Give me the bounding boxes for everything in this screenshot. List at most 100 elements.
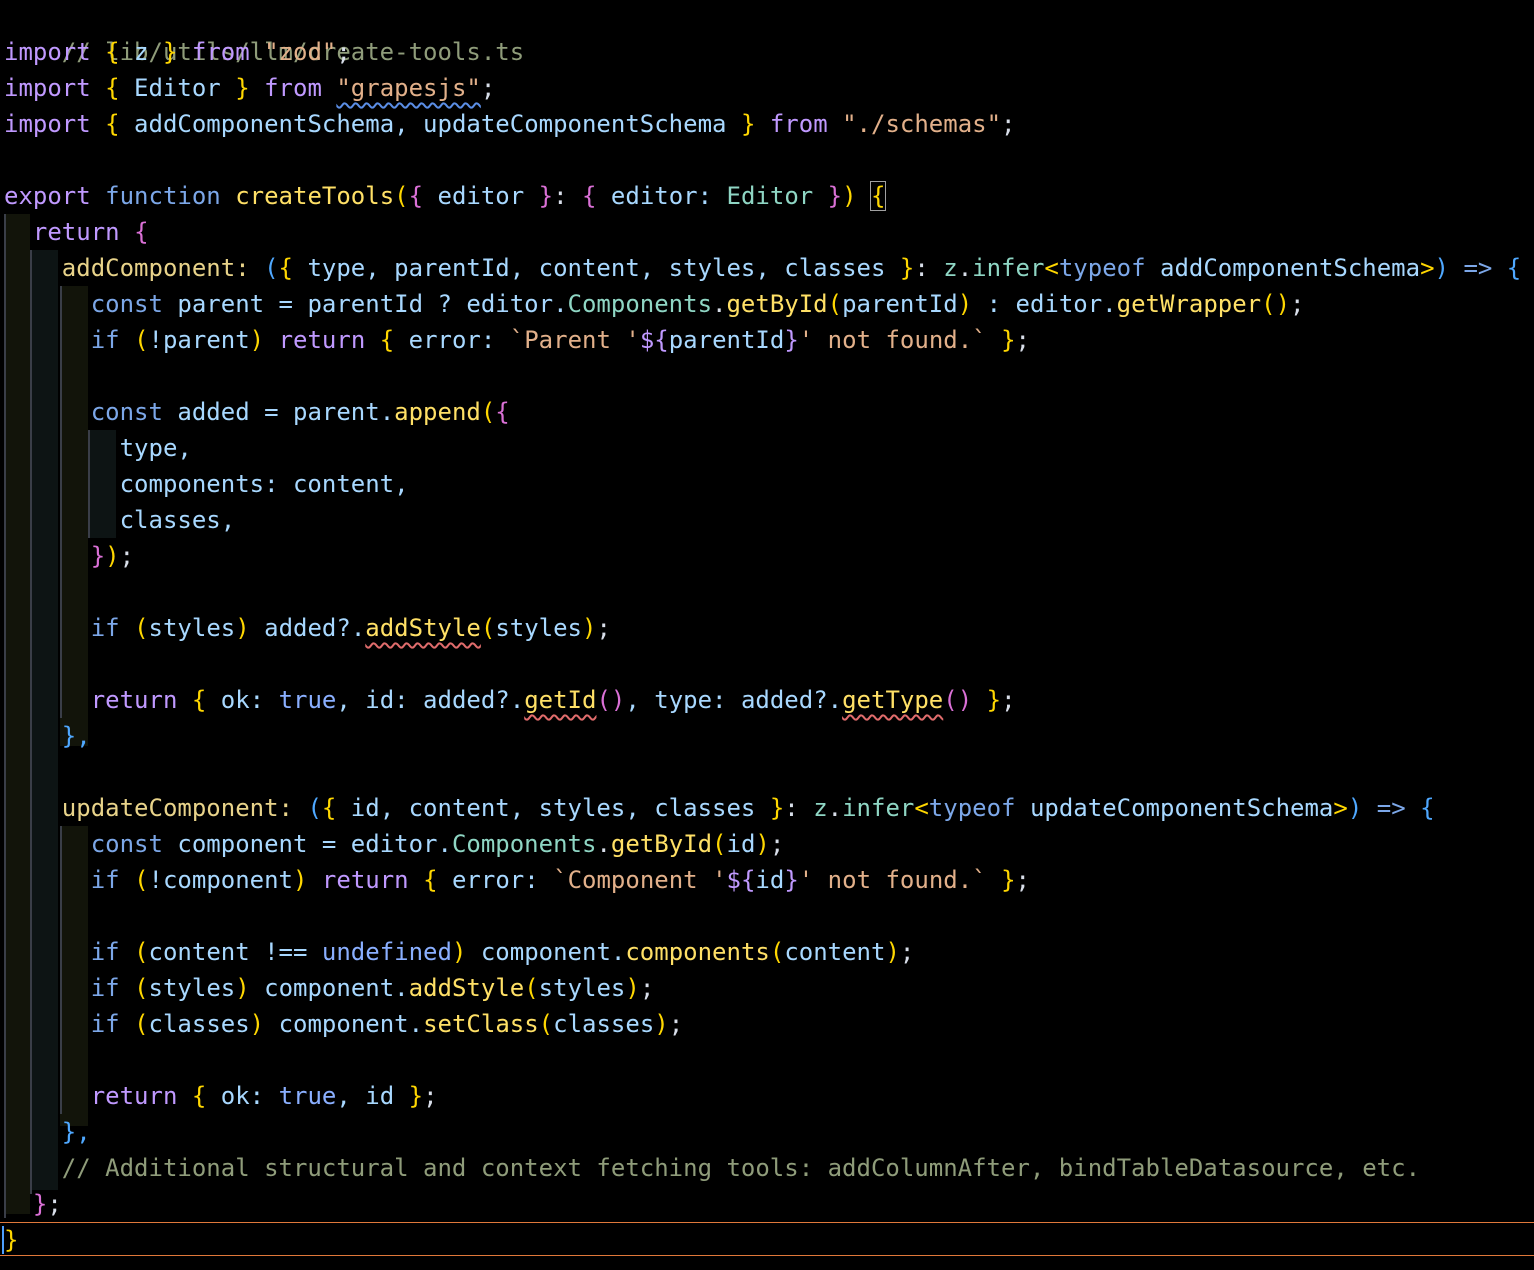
code-line-33[interactable]: // Additional structural and context fet… xyxy=(4,1150,1420,1186)
punct: ; xyxy=(899,938,915,966)
code-line-7[interactable]: return { xyxy=(4,214,149,250)
code-line-35[interactable]: } xyxy=(4,1222,18,1258)
keyword: return xyxy=(32,218,120,246)
paren: ) xyxy=(625,974,640,1002)
identifier: styles xyxy=(148,614,236,642)
code: , id xyxy=(336,1082,409,1110)
brace: } xyxy=(986,686,1002,714)
method-with-error[interactable]: getType xyxy=(842,686,943,714)
code-line-13[interactable]: type, xyxy=(4,430,192,466)
current-line-highlight xyxy=(0,1222,1534,1256)
code-line-15[interactable]: classes, xyxy=(4,502,236,538)
code-line-25[interactable]: if (!component) return { error: `Compone… xyxy=(4,862,1030,898)
undefined-literal: undefined xyxy=(321,938,452,966)
brace: } xyxy=(32,1190,48,1218)
code-line-6[interactable]: export function createTools({ editor }: … xyxy=(4,178,887,214)
code-line-10[interactable]: if (!parent) return { error: `Parent '${… xyxy=(4,322,1030,358)
template-string: `Parent ' xyxy=(509,326,640,354)
brace: } xyxy=(162,38,178,66)
code-line-14[interactable]: components: content, xyxy=(4,466,409,502)
paren: ( xyxy=(134,1010,149,1038)
keyword: const xyxy=(90,290,163,318)
brace: { xyxy=(321,794,337,822)
brace: } xyxy=(235,74,250,102)
paren: ) xyxy=(249,1010,265,1038)
arrow: => xyxy=(1449,254,1507,282)
code: component = editor. xyxy=(162,830,452,858)
code-line-12[interactable]: const added = parent.append({ xyxy=(4,394,510,430)
code-line-27[interactable]: if (content !== undefined) component.com… xyxy=(4,934,915,970)
keyword: typeof xyxy=(1058,254,1146,282)
method-with-error[interactable]: addStyle xyxy=(365,614,481,642)
identifier: id xyxy=(755,866,785,894)
punct: ; xyxy=(423,1082,438,1110)
code-line-8[interactable]: addComponent: ({ type, parentId, content… xyxy=(4,250,1521,286)
template-string: ' not found.` xyxy=(798,866,987,894)
code: error: xyxy=(394,326,510,354)
code-line-34[interactable]: }; xyxy=(4,1186,62,1222)
identifier: styles xyxy=(495,614,583,642)
code-line-4[interactable]: import { addComponentSchema, updateCompo… xyxy=(4,106,1016,142)
code: type, xyxy=(4,434,192,462)
code-line-23[interactable]: updateComponent: ({ id, content, styles,… xyxy=(4,790,1435,826)
code-line-29[interactable]: if (classes) component.setClass(classes)… xyxy=(4,1006,683,1042)
code: component. xyxy=(466,938,626,966)
code-line-20[interactable]: return { ok: true, id: added?.getId(), t… xyxy=(4,682,1016,718)
type-name: infer xyxy=(842,794,915,822)
punct: ; xyxy=(47,1190,62,1218)
code-line-31[interactable]: return { ok: true, id }; xyxy=(4,1078,438,1114)
brace: } xyxy=(538,182,554,210)
namespace: z xyxy=(813,794,828,822)
code-line-3[interactable]: import { Editor } from "grapesjs"; xyxy=(4,70,495,106)
code-line-32[interactable]: }, xyxy=(4,1114,91,1150)
code-line-9[interactable]: const parent = parentId ? editor.Compone… xyxy=(4,286,1305,322)
identifier: styles xyxy=(538,974,626,1002)
matched-brace: { xyxy=(869,181,887,211)
brace: { xyxy=(423,866,438,894)
code: ok: xyxy=(206,1082,279,1110)
method-with-error[interactable]: getId xyxy=(524,686,596,714)
code-line-18[interactable]: if (styles) added?.addStyle(styles); xyxy=(4,610,611,646)
angle: < xyxy=(1044,254,1059,282)
brace: { xyxy=(105,110,120,138)
code-line-28[interactable]: if (styles) component.addStyle(styles); xyxy=(4,970,655,1006)
code-line-24[interactable]: const component = editor.Components.getB… xyxy=(4,826,785,862)
brace: } xyxy=(90,542,106,570)
brace: { xyxy=(1420,794,1435,822)
code-line-1[interactable]: // lib/utils/llm/create-tools.ts xyxy=(4,0,524,66)
code-line-2[interactable]: import { z } from "zod"; xyxy=(4,34,351,70)
brace: { xyxy=(278,254,293,282)
keyword: if xyxy=(90,938,120,966)
paren: ) xyxy=(842,182,857,210)
code: content !== xyxy=(148,938,322,966)
method: getById xyxy=(610,830,713,858)
paren: ( xyxy=(134,614,149,642)
code: , type: added?. xyxy=(625,686,843,714)
paren: ( xyxy=(264,254,279,282)
code: !component xyxy=(148,866,294,894)
punct: : xyxy=(553,182,583,210)
brace: { xyxy=(379,326,395,354)
paren: ( xyxy=(480,398,496,426)
paren: ) xyxy=(755,830,770,858)
code-line-16[interactable]: }); xyxy=(4,538,134,574)
string-with-warning[interactable]: "grapesjs" xyxy=(336,74,481,102)
paren: ) xyxy=(654,1010,669,1038)
paren: ) xyxy=(885,938,900,966)
code-editor[interactable]: // lib/utils/llm/create-tools.ts import … xyxy=(0,0,1534,1270)
code-line-21[interactable]: }, xyxy=(4,718,91,754)
